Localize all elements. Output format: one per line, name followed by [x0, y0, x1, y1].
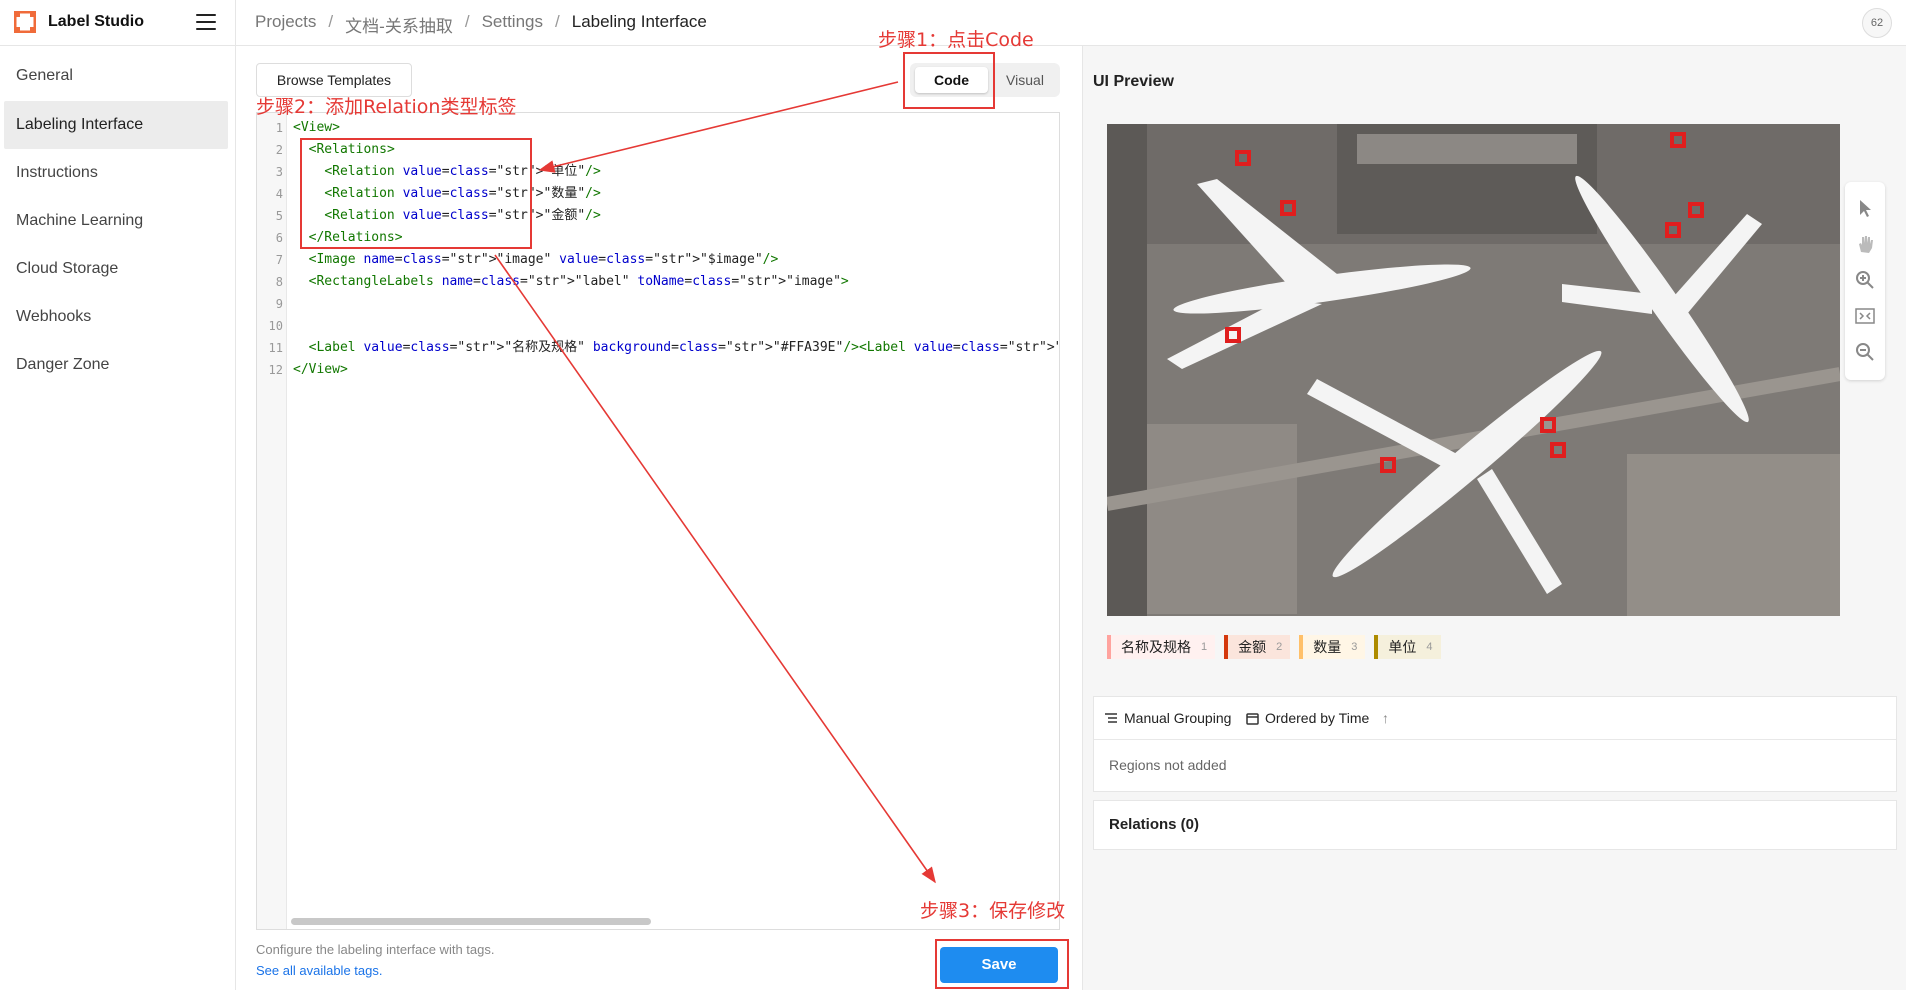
- tab-visual[interactable]: Visual: [994, 67, 1056, 93]
- breadcrumb-current: Labeling Interface: [571, 12, 707, 31]
- grouping-label: Manual Grouping: [1124, 710, 1232, 726]
- horizontal-scrollbar[interactable]: [291, 918, 651, 925]
- code-line[interactable]: </View>: [293, 359, 348, 381]
- brand: Label Studio: [0, 0, 236, 46]
- sidebar-item-instructions[interactable]: Instructions: [4, 149, 228, 197]
- relations-panel: Relations (0): [1093, 800, 1897, 850]
- menu-icon[interactable]: [196, 14, 216, 32]
- line-number: 4: [275, 187, 283, 201]
- line-number: 10: [268, 319, 283, 333]
- regions-panel: Manual Grouping Ordered by Time ↑ Region…: [1093, 696, 1897, 792]
- breadcrumb-separator: /: [555, 12, 560, 31]
- divider: [1094, 739, 1896, 740]
- sidebar-item-danger-zone[interactable]: Danger Zone: [4, 341, 228, 389]
- line-number: 9: [275, 297, 283, 311]
- line-number: 5: [275, 209, 283, 223]
- label-chip[interactable]: 金额 2: [1224, 635, 1291, 659]
- zoom-out-icon[interactable]: [1853, 340, 1877, 364]
- image-toolbar: [1845, 182, 1885, 380]
- annotation-step1: 步骤1：点击Code: [878, 29, 1034, 51]
- regions-empty-text: Regions not added: [1109, 757, 1227, 773]
- editor-hint: Configure the labeling interface with ta…: [256, 942, 495, 957]
- code-line[interactable]: <View>: [293, 117, 340, 139]
- breadcrumb-projects[interactable]: Projects: [255, 12, 316, 37]
- line-number: 11: [268, 341, 283, 355]
- sidebar-item-labeling-interface[interactable]: Labeling Interface: [4, 101, 228, 149]
- annotation-step2: 步骤2：添加Relation类型标签: [256, 96, 517, 118]
- label-hotkey: 4: [1426, 641, 1433, 653]
- annotation-box-code: [903, 52, 995, 109]
- relations-title[interactable]: Relations (0): [1109, 816, 1199, 833]
- label-studio-logo-icon[interactable]: [14, 11, 36, 33]
- sidebar-item-general[interactable]: General: [4, 52, 228, 100]
- avatar[interactable]: 62: [1862, 8, 1892, 38]
- label-hotkey: 2: [1276, 641, 1283, 653]
- calendar-icon: [1246, 712, 1259, 725]
- ordering-button[interactable]: Ordered by Time: [1246, 710, 1369, 726]
- breadcrumb-separator: /: [464, 12, 470, 31]
- available-tags-link[interactable]: See all available tags.: [256, 963, 382, 978]
- line-number: 12: [268, 363, 283, 377]
- code-line[interactable]: <RectangleLabels name=class="str">"label…: [293, 271, 849, 293]
- line-number: 6: [275, 231, 283, 245]
- label-chips: 名称及规格 1 金额 2 数量 3 单位 4: [1107, 635, 1441, 659]
- list-icon: [1105, 713, 1117, 723]
- manual-grouping-button[interactable]: Manual Grouping: [1104, 710, 1231, 726]
- annotation-step3: 步骤3：保存修改: [920, 900, 1066, 922]
- sidebar-item-cloud-storage[interactable]: Cloud Storage: [4, 245, 228, 293]
- line-number-gutter: 1 2 3 4 5 6 7 8 9 10 11 12: [257, 113, 287, 929]
- annotation-box-save: [935, 939, 1069, 989]
- label-chip[interactable]: 名称及规格 1: [1107, 635, 1216, 659]
- line-number: 1: [275, 121, 283, 135]
- breadcrumb-project[interactable]: 文档-关系抽取: [345, 12, 453, 37]
- pointer-icon[interactable]: [1853, 196, 1877, 220]
- hand-icon[interactable]: [1853, 232, 1877, 256]
- fit-icon[interactable]: [1853, 304, 1877, 328]
- label-chip[interactable]: 数量 3: [1299, 635, 1366, 659]
- label-hotkey: 1: [1201, 641, 1208, 653]
- label-name: 数量: [1313, 639, 1342, 655]
- sidebar-item-webhooks[interactable]: Webhooks: [4, 293, 228, 341]
- label-chip[interactable]: 单位 4: [1374, 635, 1441, 659]
- zoom-in-icon[interactable]: [1853, 268, 1877, 292]
- label-name: 名称及规格: [1121, 639, 1191, 655]
- sort-direction-icon[interactable]: ↑: [1382, 710, 1389, 726]
- line-number: 2: [275, 143, 283, 157]
- ordering-label: Ordered by Time: [1265, 710, 1370, 726]
- label-hotkey: 3: [1351, 641, 1358, 653]
- breadcrumb-settings[interactable]: Settings: [482, 12, 543, 37]
- code-line[interactable]: <Image name=class="str">"image" value=cl…: [293, 249, 779, 271]
- label-name: 单位: [1388, 639, 1417, 655]
- annotation-box-relations: [300, 138, 532, 249]
- code-line[interactable]: <Label value=class="str">"名称及规格" backgro…: [293, 337, 1059, 359]
- line-number: 3: [275, 165, 283, 179]
- line-number: 8: [275, 275, 283, 289]
- airport-aerial-image: [1107, 124, 1840, 616]
- sidebar-item-machine-learning[interactable]: Machine Learning: [4, 197, 228, 245]
- breadcrumb-separator: /: [328, 12, 334, 31]
- preview-title: UI Preview: [1093, 73, 1174, 90]
- breadcrumb: Projects / 文档-关系抽取 / Settings / Labeling…: [255, 12, 707, 37]
- preview-image[interactable]: [1107, 124, 1840, 616]
- label-name: 金额: [1238, 639, 1267, 655]
- line-number: 7: [275, 253, 283, 267]
- brand-name: Label Studio: [48, 13, 144, 30]
- settings-sidebar: General Labeling Interface Instructions …: [0, 46, 236, 990]
